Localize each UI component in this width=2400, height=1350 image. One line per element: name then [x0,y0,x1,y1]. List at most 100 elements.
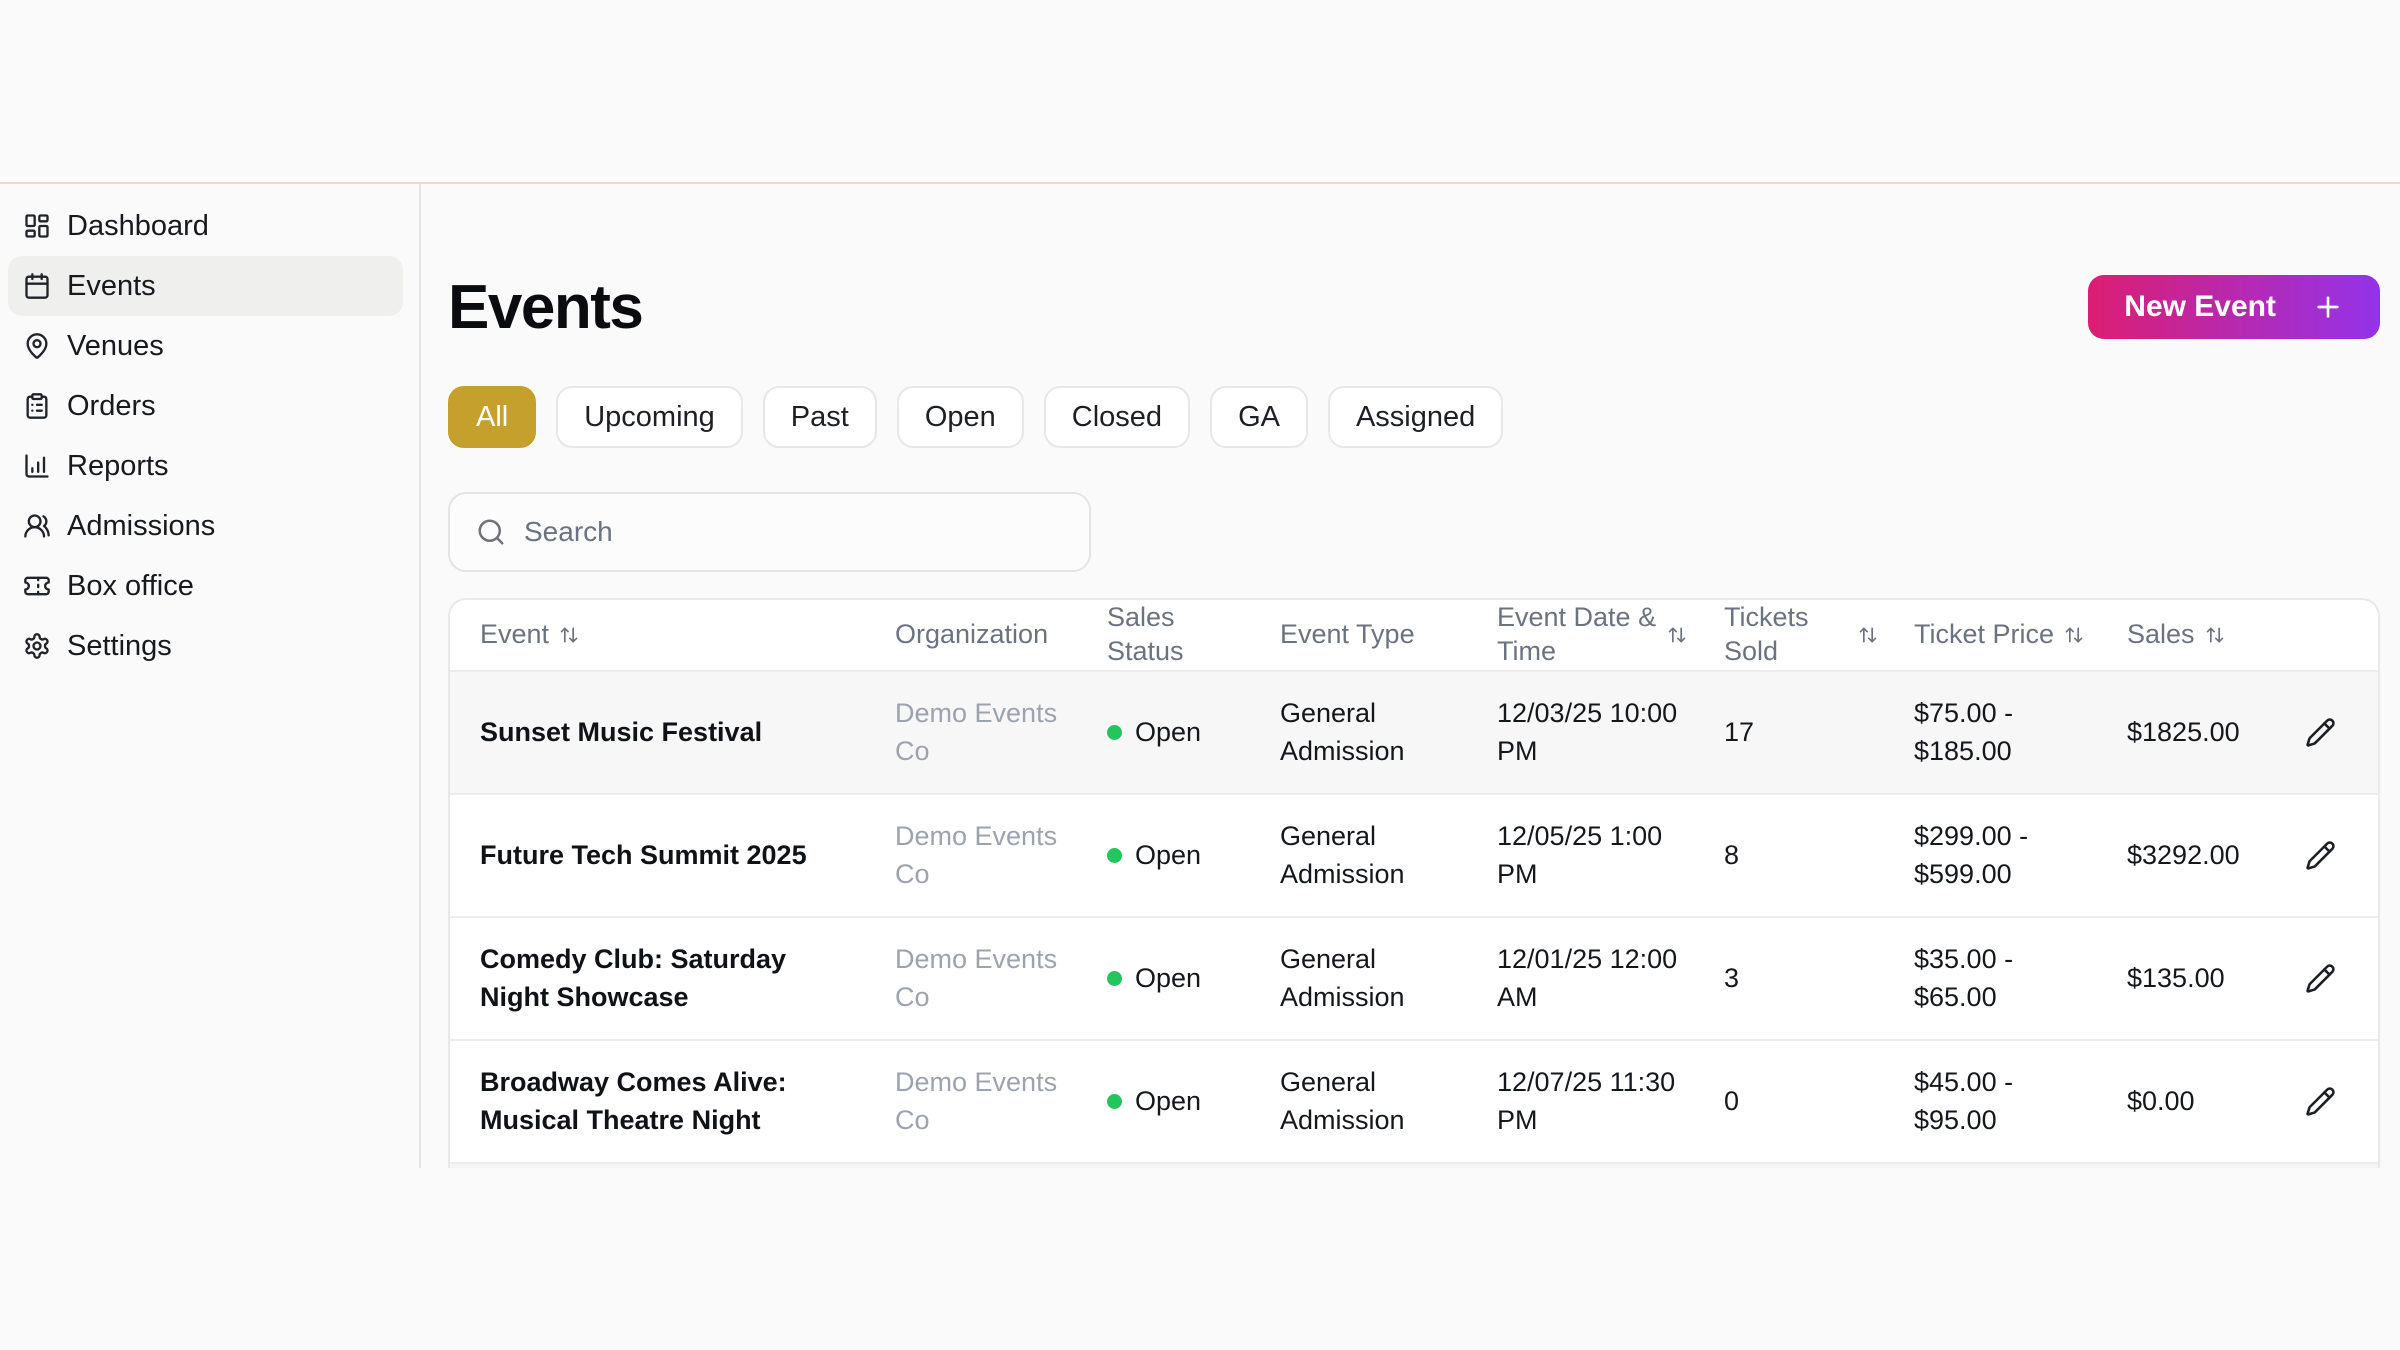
actions-cell [2262,709,2378,756]
column-label: Tickets Sold [1724,602,1809,666]
column-header-event[interactable]: Event [450,618,865,652]
status-dot-open [1107,847,1122,863]
bar-chart-icon [22,451,52,481]
sidebar-item-label: Dashboard [67,209,209,242]
page-header: Events New Event [448,272,2380,342]
pencil-icon [2305,964,2335,993]
filter-chip-bar: All Upcoming Past Open Closed GA Assigne… [448,386,2380,448]
table-row[interactable]: Comedy Club: Saturday Night Showcase Dem… [450,918,2378,1041]
sidebar-item-admissions[interactable]: Admissions [8,496,403,556]
sort-icon[interactable] [2064,625,2084,645]
actions-cell [2262,1078,2378,1125]
event-type-cell: General Admission [1280,697,1405,766]
filter-chip-all[interactable]: All [448,386,537,448]
filter-chip-assigned[interactable]: Assigned [1327,386,1504,448]
column-label: Organization [895,619,1049,650]
table-row[interactable]: Future Tech Summit 2025 Demo Events Co O… [450,795,2378,918]
event-name-cell[interactable]: Sunset Music Festival [450,714,865,752]
actions-cell [2262,832,2378,879]
sort-icon[interactable] [2205,625,2225,645]
gear-icon [22,631,52,661]
sidebar-item-box-office[interactable]: Box office [8,556,403,616]
sidebar-item-label: Admissions [67,509,216,542]
sales-status-cell: Open [1077,1083,1250,1121]
ticket-price-cell: $35.00 - $65.00 [1914,943,2014,1012]
sidebar-item-label: Box office [67,569,194,602]
event-type-cell: General Admission [1280,820,1405,889]
plus-icon [2317,296,2339,318]
edit-event-button[interactable] [2297,1078,2344,1125]
tickets-sold-cell: 0 [1724,1085,1740,1116]
filter-chip-upcoming[interactable]: Upcoming [556,386,743,448]
sort-icon[interactable] [1667,625,1687,645]
sidebar-item-reports[interactable]: Reports [8,436,403,496]
status-dot-open [1107,970,1122,986]
sidebar-item-orders[interactable]: Orders [8,376,403,436]
clipped-next-row [450,1164,2378,1168]
sidebar-item-settings[interactable]: Settings [8,616,403,676]
sidebar-item-venues[interactable]: Venues [8,316,403,376]
edit-event-button[interactable] [2297,832,2344,879]
calendar-icon [22,271,52,301]
pencil-icon [2305,1087,2335,1116]
actions-cell [2262,955,2378,1002]
page-title: Events [448,272,644,342]
event-name-cell[interactable]: Broadway Comes Alive: Musical Theatre Ni… [450,1064,865,1140]
new-event-button[interactable]: New Event [2088,275,2380,339]
filter-chip-closed[interactable]: Closed [1043,386,1191,448]
table-row[interactable]: Sunset Music Festival Demo Events Co Ope… [450,672,2378,795]
event-datetime-cell: 12/05/25 1:00 PM [1497,820,1663,889]
event-type-cell: General Admission [1280,943,1405,1012]
app-screen: Dashboard Events Venues Orders Reports A… [0,0,2400,1350]
status-label: Open [1135,716,1202,747]
sidebar-item-events[interactable]: Events [8,256,403,316]
status-label: Open [1135,839,1202,870]
event-datetime-cell: 12/07/25 11:30 PM [1497,1066,1676,1135]
event-type-cell: General Admission [1280,1066,1405,1135]
main-content: Events New Event All Upcoming Past Open … [422,184,2400,1168]
sidebar-item-label: Settings [67,629,172,662]
sales-status-cell: Open [1077,960,1250,998]
organization-cell: Demo Events Co [895,943,1058,1012]
event-name-cell[interactable]: Future Tech Summit 2025 [450,837,865,875]
column-label: Sales [2127,619,2195,650]
table-row[interactable]: Broadway Comes Alive: Musical Theatre Ni… [450,1041,2378,1164]
event-name-cell[interactable]: Comedy Club: Saturday Night Showcase [450,941,865,1017]
table-header-row: Event Organization Sales Status Event Ty… [450,600,2378,672]
tickets-sold-cell: 8 [1724,839,1740,870]
sidebar: Dashboard Events Venues Orders Reports A… [0,184,421,1168]
column-label: Ticket Price [1914,619,2055,650]
column-header-event-type[interactable]: Event Type [1250,618,1467,652]
map-pin-icon [22,331,52,361]
sort-icon[interactable] [559,625,579,645]
ticket-price-cell: $75.00 - $185.00 [1914,697,2014,766]
filter-chip-past[interactable]: Past [762,386,877,448]
sales-cell: $3292.00 [2127,839,2240,870]
column-header-tickets-sold[interactable]: Tickets Sold [1694,601,1884,669]
column-header-event-date-time[interactable]: Event Date & Time [1467,601,1694,669]
sidebar-item-label: Orders [67,389,156,422]
sales-status-cell: Open [1077,714,1250,752]
search-box[interactable] [448,492,1091,572]
column-header-sales[interactable]: Sales [2097,618,2262,652]
edit-event-button[interactable] [2297,955,2344,1002]
filter-chip-ga[interactable]: GA [1210,386,1308,448]
search-icon [478,519,504,545]
organization-cell: Demo Events Co [895,1066,1058,1135]
search-input[interactable] [524,516,1063,548]
ticket-price-cell: $299.00 - $599.00 [1914,820,2029,889]
sort-icon[interactable] [1858,625,1878,645]
edit-event-button[interactable] [2297,709,2344,756]
column-header-ticket-price[interactable]: Ticket Price [1884,618,2097,652]
status-label: Open [1135,1085,1202,1116]
event-datetime-cell: 12/03/25 10:00 PM [1497,697,1678,766]
column-header-sales-status[interactable]: Sales Status [1077,601,1250,669]
status-label: Open [1135,962,1202,993]
pencil-icon [2305,718,2335,747]
sidebar-item-label: Events [67,269,156,302]
organization-cell: Demo Events Co [895,697,1058,766]
filter-chip-open[interactable]: Open [896,386,1024,448]
sidebar-item-dashboard[interactable]: Dashboard [8,196,403,256]
column-header-organization[interactable]: Organization [865,618,1077,652]
ticket-price-cell: $45.00 - $95.00 [1914,1066,2014,1135]
